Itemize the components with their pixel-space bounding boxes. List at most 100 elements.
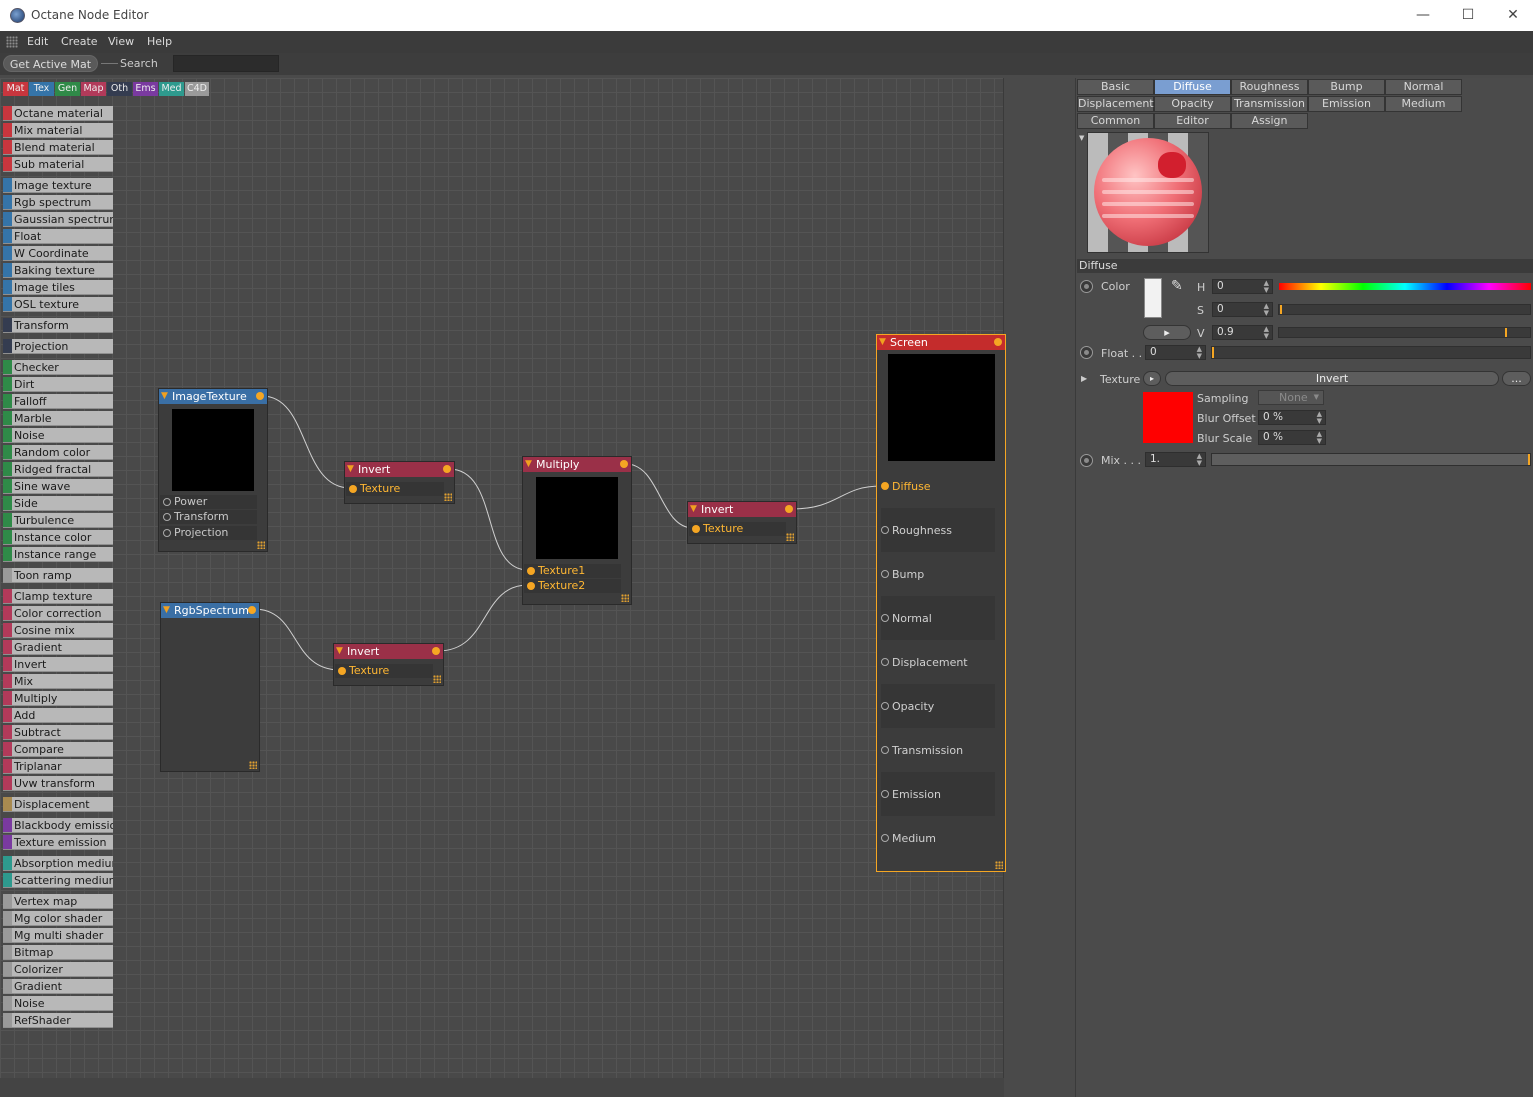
mix-slider[interactable] [1211, 453, 1531, 466]
output-port[interactable] [443, 465, 451, 473]
mix-field[interactable]: 1. ▲ ▼ [1145, 452, 1206, 467]
blur-offset-field[interactable]: 0 % ▲ ▼ [1258, 410, 1326, 425]
float-field[interactable]: 0 ▲ ▼ [1145, 345, 1206, 360]
node-list-item[interactable]: Gaussian spectrum [3, 212, 113, 227]
node-list-item[interactable]: Rgb spectrum [3, 195, 113, 210]
node-list-item[interactable]: Random color [3, 445, 113, 460]
node-list-item[interactable]: Checker [3, 360, 113, 375]
panel-tab-transmission[interactable]: Transmission [1231, 96, 1308, 112]
node-list-item[interactable]: Turbulence [3, 513, 113, 528]
node-header[interactable]: ▼ Invert [334, 644, 443, 659]
node-list-item[interactable]: Mg color shader [3, 911, 113, 926]
v-field[interactable]: 0.9 ▲ ▼ [1212, 325, 1273, 340]
maximize-button[interactable]: ☐ [1445, 4, 1491, 26]
node-list-item[interactable]: Gradient [3, 640, 113, 655]
panel-tab-emission[interactable]: Emission [1308, 96, 1385, 112]
port-texture2[interactable]: Texture2 [524, 579, 621, 593]
node-graph-canvas[interactable] [0, 78, 1004, 1078]
menu-grip-icon[interactable] [6, 36, 18, 48]
eyedropper-icon[interactable]: ✎ [1171, 278, 1183, 294]
port-roughness[interactable]: Roughness [881, 508, 995, 552]
port-texture[interactable]: Texture [689, 522, 786, 536]
node-list-item[interactable]: Displacement [3, 797, 113, 812]
node-list-item[interactable]: Ridged fractal [3, 462, 113, 477]
node-list-item[interactable]: Uvw transform [3, 776, 113, 791]
node-header[interactable]: ▼ RgbSpectrum [161, 603, 259, 618]
search-input[interactable] [173, 55, 279, 72]
collapse-arrow-icon[interactable]: ▼ [1079, 134, 1084, 142]
port-opacity[interactable]: Opacity [881, 684, 995, 728]
node-list-item[interactable]: Bitmap [3, 945, 113, 960]
color-expand-button[interactable]: ▸ [1143, 325, 1191, 340]
node-rgb-spectrum[interactable]: ▼ RgbSpectrum [160, 602, 260, 772]
node-list-item[interactable]: OSL texture [3, 297, 113, 312]
port-projection[interactable]: Projection [160, 526, 257, 540]
node-list-item[interactable]: Cosine mix [3, 623, 113, 638]
output-port[interactable] [256, 392, 264, 400]
port-bump[interactable]: Bump [881, 552, 995, 596]
saturation-slider[interactable] [1278, 304, 1531, 315]
resize-handle-icon[interactable] [433, 675, 441, 683]
node-header[interactable]: ▼ ImageTexture [159, 389, 267, 404]
node-list-item[interactable]: Subtract [3, 725, 113, 740]
panel-tab-roughness[interactable]: Roughness [1231, 79, 1308, 95]
node-header[interactable]: ▼ Screen [877, 335, 1005, 350]
float-slider[interactable] [1211, 346, 1531, 359]
color-anim-radio[interactable] [1080, 280, 1093, 293]
node-list-item[interactable]: Colorizer [3, 962, 113, 977]
panel-tab-displacement[interactable]: Displacement [1077, 96, 1154, 112]
panel-tab-editor[interactable]: Editor [1154, 113, 1231, 129]
node-list-item[interactable]: W Coordinate [3, 246, 113, 261]
node-invert[interactable]: ▼ Invert Texture [344, 461, 455, 504]
category-tab-gen[interactable]: Gen [55, 82, 80, 96]
node-list-item[interactable]: Scattering medium [3, 873, 113, 888]
panel-tab-common[interactable]: Common [1077, 113, 1154, 129]
float-anim-radio[interactable] [1080, 346, 1093, 359]
resize-handle-icon[interactable] [249, 761, 257, 769]
color-swatch[interactable] [1144, 278, 1162, 318]
get-active-mat-button[interactable]: Get Active Mat [3, 55, 98, 72]
panel-tab-medium[interactable]: Medium [1385, 96, 1462, 112]
panel-tab-normal[interactable]: Normal [1385, 79, 1462, 95]
menu-create[interactable]: Create [61, 35, 98, 48]
output-port[interactable] [248, 606, 256, 614]
port-emission[interactable]: Emission [881, 772, 995, 816]
category-tab-tex[interactable]: Tex [29, 82, 54, 96]
node-list-item[interactable]: Noise [3, 996, 113, 1011]
node-list-item[interactable]: Image texture [3, 178, 113, 193]
blur-scale-field[interactable]: 0 % ▲ ▼ [1258, 430, 1326, 445]
port-transform[interactable]: Transform [160, 510, 257, 524]
mix-anim-radio[interactable] [1080, 454, 1093, 467]
h-field[interactable]: 0 ▲ ▼ [1212, 279, 1273, 294]
node-list-item[interactable]: Projection [3, 339, 113, 354]
node-list-item[interactable]: Vertex map [3, 894, 113, 909]
node-list-item[interactable]: Sine wave [3, 479, 113, 494]
node-list-item[interactable]: Add [3, 708, 113, 723]
resize-handle-icon[interactable] [621, 594, 629, 602]
port-texture[interactable]: Texture [346, 482, 444, 496]
node-list-item[interactable]: Float [3, 229, 113, 244]
port-diffuse[interactable]: Diffuse [881, 464, 995, 508]
node-image-texture[interactable]: ▼ ImageTexture Power Transform Projection [158, 388, 268, 552]
port-displacement[interactable]: Displacement [881, 640, 995, 684]
node-list-item[interactable]: Transform [3, 318, 113, 333]
menu-view[interactable]: View [108, 35, 134, 48]
node-list-item[interactable]: Octane material [3, 106, 113, 121]
node-invert[interactable]: ▼ Invert Texture [333, 643, 444, 686]
node-header[interactable]: ▼ Invert [688, 502, 796, 517]
category-tab-c4d[interactable]: C4D [185, 82, 209, 96]
node-list-item[interactable]: Color correction [3, 606, 113, 621]
node-screen[interactable]: ▼ Screen Diffuse Roughness Bump Normal Di… [876, 334, 1006, 872]
texture-arrow-button[interactable]: ▸ [1143, 371, 1161, 386]
menu-help[interactable]: Help [147, 35, 172, 48]
node-header[interactable]: ▼ Invert [345, 462, 454, 477]
node-list-item[interactable]: Triplanar [3, 759, 113, 774]
node-list-item[interactable]: Mix [3, 674, 113, 689]
hue-slider[interactable] [1279, 283, 1531, 290]
horizontal-scrollbar[interactable] [0, 1078, 1004, 1097]
node-list-item[interactable]: Absorption medium [3, 856, 113, 871]
panel-tab-diffuse[interactable]: Diffuse [1154, 79, 1231, 95]
category-tab-ems[interactable]: Ems [133, 82, 158, 96]
resize-handle-icon[interactable] [786, 533, 794, 541]
node-list-item[interactable]: Dirt [3, 377, 113, 392]
